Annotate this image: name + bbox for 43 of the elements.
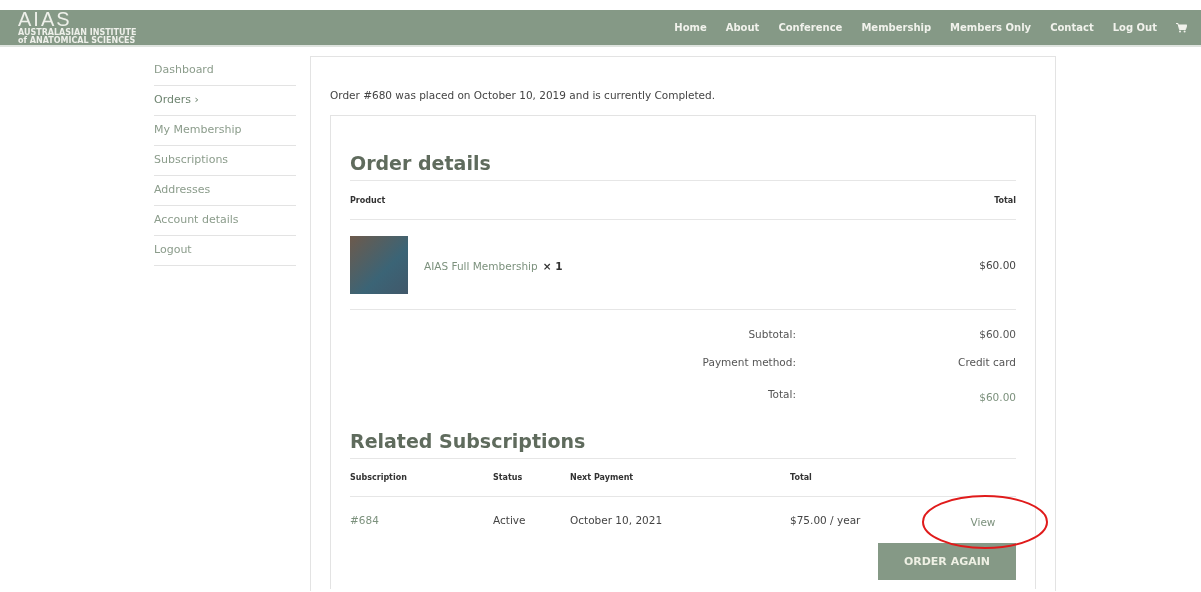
totals-label: Subtotal: (747, 328, 796, 340)
status-text: Active (493, 514, 527, 526)
sidebar-link[interactable]: Account details (154, 206, 296, 236)
nav-link[interactable]: Conference (778, 22, 843, 33)
logo-tagline: AUSTRALASIAN INSTITUTE (18, 29, 137, 37)
cart-icon[interactable] (1176, 22, 1187, 33)
nav-link[interactable]: Membership (861, 22, 932, 33)
totals-value: $60.00 (978, 328, 1016, 340)
logo-tagline: of ANATOMICAL SCIENCES (18, 37, 137, 45)
totals-value: Credit card (957, 356, 1016, 368)
product-link[interactable]: AIAS Full Membership (424, 260, 538, 272)
sidebar-link[interactable]: Logout (154, 236, 296, 266)
nav-link[interactable]: Log Out (1112, 22, 1157, 33)
totals-value: $60.00 (978, 391, 1016, 403)
nav-link[interactable]: Members Only (950, 22, 1032, 33)
nav-link[interactable]: About (725, 22, 760, 33)
nav-link[interactable]: Contact (1050, 22, 1094, 33)
order-summary: Order #680 was placed on October 10, 2019 and is currently Completed. (330, 89, 717, 101)
sidebar-link[interactable]: Orders › (154, 86, 296, 116)
totals-label: Total: (766, 388, 796, 400)
column-header: Subscription (350, 473, 408, 482)
next-payment-date: October 10, 2021 (570, 514, 664, 526)
order-again-button[interactable]: ORDER AGAIN (877, 543, 1016, 580)
view-link[interactable]: View (970, 515, 996, 528)
column-header: Next Payment (570, 473, 635, 482)
totals-label: Payment method: (701, 356, 796, 368)
product-thumbnail (350, 235, 408, 294)
sidebar-link[interactable]: Subscriptions (154, 146, 296, 176)
column-header: Status (493, 473, 524, 482)
nav-link[interactable]: Home (674, 22, 707, 33)
logo-wordmark: AIAS (18, 10, 72, 29)
subscription-link[interactable]: #684 (350, 514, 493, 526)
sidebar-link[interactable]: Addresses (154, 176, 296, 206)
column-header: Product (350, 195, 386, 205)
quantity-text: × 1 (542, 260, 563, 272)
section-title: Order details (350, 152, 1016, 181)
column-header: Total (994, 195, 1016, 205)
sidebar-link[interactable]: Dashboard (154, 56, 296, 86)
section-title: Related Subscriptions (350, 430, 1016, 459)
sidebar-link[interactable]: My Membership (154, 116, 296, 146)
subscription-total: $75.00 / year (790, 514, 862, 526)
column-header: Total (790, 473, 813, 482)
line-total: $60.00 (979, 258, 1016, 271)
